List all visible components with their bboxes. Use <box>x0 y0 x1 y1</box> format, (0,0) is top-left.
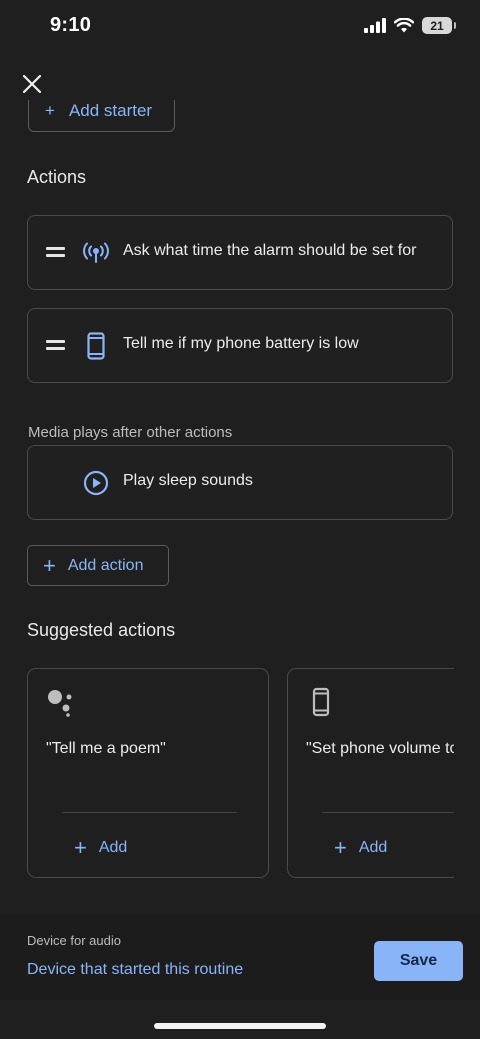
plus-icon: + <box>334 835 347 860</box>
google-assistant-icon <box>48 690 72 717</box>
status-icons: 21 <box>364 17 456 34</box>
plus-icon: + <box>74 835 87 860</box>
device-for-audio-label: Device for audio <box>27 933 121 948</box>
add-starter-button[interactable]: + Add starter <box>28 100 175 132</box>
status-bar: 9:10 21 <box>0 0 480 56</box>
phone-icon <box>82 331 110 361</box>
plus-icon: + <box>45 101 55 120</box>
signal-icon <box>364 18 386 33</box>
add-starter-partial: + Add starter <box>0 100 480 140</box>
battery-icon: 21 <box>422 17 456 34</box>
add-suggestion-button[interactable]: + Add <box>334 837 387 859</box>
play-circle-icon <box>82 468 110 498</box>
divider <box>62 812 237 813</box>
add-action-button[interactable]: + Add action <box>27 545 169 586</box>
home-indicator[interactable] <box>154 1023 326 1029</box>
status-time: 9:10 <box>50 14 92 36</box>
close-icon <box>23 75 41 93</box>
suggested-actions-heading: Suggested actions <box>27 620 176 640</box>
drag-handle-icon[interactable] <box>46 340 66 352</box>
suggestion-card-poem[interactable]: "Tell me a poem" + Add <box>27 668 269 878</box>
suggestion-card-volume[interactable]: "Set phone volume to + Add <box>287 668 454 878</box>
phone-icon <box>312 687 330 717</box>
close-button[interactable] <box>18 70 46 98</box>
suggestion-text-poem: "Tell me a poem" <box>46 740 166 757</box>
media-note: Media plays after other actions <box>28 424 233 441</box>
add-suggestion-label: Add <box>98 839 128 856</box>
action-card-alarm[interactable]: Ask what time the alarm should be set fo… <box>27 215 453 290</box>
action-label-battery: Tell me if my phone battery is low <box>123 335 359 352</box>
suggestion-text-volume: "Set phone volume to <box>306 740 454 757</box>
plus-icon: + <box>43 552 56 578</box>
media-label: Play sleep sounds <box>123 472 253 489</box>
suggested-carousel[interactable]: "Tell me a poem" + Add "Set phone volume… <box>0 668 454 880</box>
wifi-icon <box>394 18 414 33</box>
actions-heading: Actions <box>27 167 87 187</box>
action-card-battery[interactable]: Tell me if my phone battery is low <box>27 308 453 383</box>
add-starter-label: Add starter <box>68 101 153 120</box>
battery-level: 21 <box>430 18 444 33</box>
device-selector-link[interactable]: Device that started this routine <box>27 961 243 979</box>
broadcast-icon <box>82 238 110 268</box>
media-card-sleep-sounds[interactable]: Play sleep sounds <box>27 445 453 520</box>
add-suggestion-button[interactable]: + Add <box>74 837 127 859</box>
add-suggestion-label: Add <box>358 839 388 856</box>
action-label-alarm: Ask what time the alarm should be set fo… <box>123 242 417 259</box>
drag-handle-icon[interactable] <box>46 247 66 259</box>
divider <box>322 812 454 813</box>
save-button[interactable]: Save <box>374 941 463 981</box>
add-action-label: Add action <box>67 556 144 574</box>
